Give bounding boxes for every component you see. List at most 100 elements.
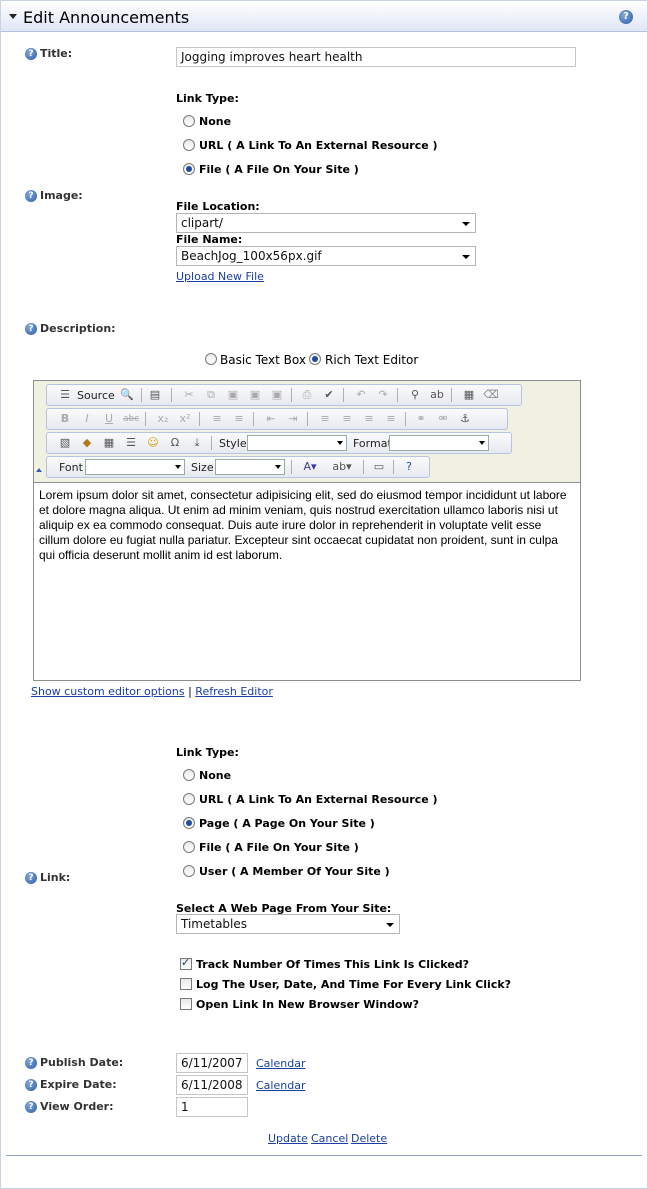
cancel-link[interactable]: Cancel <box>311 1132 348 1145</box>
underline-icon[interactable]: U <box>101 412 117 426</box>
collapse-triangle-icon[interactable] <box>9 14 17 19</box>
replace-icon[interactable]: ab <box>429 388 445 402</box>
show-custom-editor-options-link[interactable]: Show custom editor options <box>31 685 185 698</box>
link-user-radio[interactable] <box>183 865 195 877</box>
page-break-icon[interactable]: ⤓ <box>189 436 205 450</box>
text-color-icon[interactable]: A▾ <box>299 460 321 474</box>
copy-icon[interactable]: ⧉ <box>203 388 219 402</box>
basic-text-box-radio[interactable] <box>205 353 217 365</box>
track-clicks-checkbox[interactable] <box>180 956 192 970</box>
editor-content-area[interactable]: Lorem ipsum dolor sit amet, consectetur … <box>34 482 580 680</box>
toolbar-separator <box>451 388 452 402</box>
numbered-list-icon[interactable]: ≡ <box>209 412 225 426</box>
toolbar-row-3: ▧ ◆ ▦ ☰ ☺ Ω ⤓ Style Format <box>46 432 512 454</box>
print-icon[interactable]: ⎙ <box>299 388 315 402</box>
select-all-icon[interactable]: ▦ <box>461 388 477 402</box>
align-left-icon[interactable]: ≡ <box>317 412 333 426</box>
paste-word-icon[interactable]: ▣ <box>269 388 285 402</box>
table-icon[interactable]: ▦ <box>101 436 117 450</box>
help-icon[interactable]: ? <box>25 190 37 202</box>
chevron-down-icon <box>462 222 470 226</box>
refresh-editor-link[interactable]: Refresh Editor <box>195 685 273 698</box>
background-color-icon[interactable]: ab▾ <box>331 460 353 474</box>
help-icon[interactable]: ? <box>25 1101 37 1113</box>
help-icon[interactable]: ? <box>25 1079 37 1091</box>
toolbar-row-2: B I U abc x₂ x² ≡ ≡ ⇤ ⇥ ≡ ≡ ≡ ≡ ⚭ ⚮ ⚓ <box>46 408 508 430</box>
image-link-url-radio[interactable] <box>183 139 195 151</box>
bulleted-list-icon[interactable]: ≡ <box>231 412 247 426</box>
expire-date-input[interactable]: 6/11/2008 <box>176 1075 248 1095</box>
help-icon[interactable]: ? <box>25 323 37 335</box>
chevron-down-icon <box>337 441 343 445</box>
file-location-label: File Location: <box>176 200 260 213</box>
special-char-icon[interactable]: Ω <box>167 436 183 450</box>
toolbar-row-4: Font Size A▾ ab▾ ▭ ? <box>46 456 430 478</box>
file-name-select[interactable]: BeachJog_100x56px.gif <box>176 246 476 266</box>
link-page-radio[interactable] <box>183 817 195 829</box>
link-icon[interactable]: ⚭ <box>413 412 429 426</box>
image-link-file-radio[interactable] <box>183 163 195 175</box>
new-window-checkbox[interactable] <box>180 998 192 1010</box>
source-button[interactable]: Source <box>77 389 115 402</box>
find-icon[interactable]: ⚲ <box>407 388 423 402</box>
upload-new-file-link[interactable]: Upload New File <box>176 270 264 283</box>
help-icon[interactable]: ? <box>25 48 37 60</box>
new-window-label: Open Link In New Browser Window? <box>196 998 420 1011</box>
publish-calendar-link[interactable]: Calendar <box>256 1057 305 1070</box>
outdent-icon[interactable]: ⇤ <box>263 412 279 426</box>
horizontal-rule-icon[interactable]: ☰ <box>123 436 139 450</box>
link-none-label: None <box>199 769 232 782</box>
preview-icon[interactable]: 🔍 <box>119 388 135 402</box>
align-center-icon[interactable]: ≡ <box>339 412 355 426</box>
justify-icon[interactable]: ≡ <box>383 412 399 426</box>
superscript-icon[interactable]: x² <box>177 412 193 426</box>
flash-icon[interactable]: ◆ <box>79 436 95 450</box>
view-order-input[interactable]: 1 <box>176 1097 248 1117</box>
font-select[interactable] <box>85 459 185 475</box>
publish-date-input[interactable]: 6/11/2007 <box>176 1053 248 1073</box>
delete-link[interactable]: Delete <box>351 1132 387 1145</box>
size-select[interactable] <box>215 459 285 475</box>
spellcheck-icon[interactable]: ✔ <box>321 388 337 402</box>
bold-icon[interactable]: B <box>57 412 73 426</box>
collapse-toolbar-icon[interactable] <box>36 468 42 472</box>
expire-calendar-link[interactable]: Calendar <box>256 1079 305 1092</box>
image-link-none-radio[interactable] <box>183 115 195 127</box>
link-none-radio[interactable] <box>183 769 195 781</box>
title-input[interactable]: Jogging improves heart health <box>176 47 576 67</box>
templates-icon[interactable]: ▤ <box>147 388 163 402</box>
paste-text-icon[interactable]: ▣ <box>247 388 263 402</box>
help-icon[interactable]: ? <box>25 1057 37 1069</box>
redo-icon[interactable]: ↷ <box>375 388 391 402</box>
log-clicks-checkbox[interactable] <box>180 978 192 990</box>
help-icon[interactable]: ? <box>25 872 37 884</box>
strikethrough-icon[interactable]: abc <box>123 412 139 426</box>
help-icon[interactable]: ? <box>619 10 633 24</box>
paste-icon[interactable]: ▣ <box>225 388 241 402</box>
link-url-radio[interactable] <box>183 793 195 805</box>
style-select[interactable] <box>247 435 347 451</box>
format-select[interactable] <box>389 435 489 451</box>
footer-divider <box>6 1155 642 1156</box>
indent-icon[interactable]: ⇥ <box>285 412 301 426</box>
unlink-icon[interactable]: ⚮ <box>435 412 451 426</box>
about-icon[interactable]: ? <box>401 460 417 474</box>
italic-icon[interactable]: I <box>79 412 95 426</box>
remove-format-icon[interactable]: ⌫ <box>483 388 499 402</box>
undo-icon[interactable]: ↶ <box>353 388 369 402</box>
page-select[interactable]: Timetables <box>176 914 400 934</box>
show-blocks-icon[interactable]: ▭ <box>371 460 387 474</box>
font-label: Font <box>59 461 83 474</box>
file-location-select[interactable]: clipart/ <box>176 213 476 233</box>
view-order-label: ? View Order: <box>25 1100 113 1113</box>
rich-text-editor-radio[interactable] <box>309 353 321 365</box>
cut-icon[interactable]: ✂ <box>181 388 197 402</box>
subscript-icon[interactable]: x₂ <box>155 412 171 426</box>
align-right-icon[interactable]: ≡ <box>361 412 377 426</box>
anchor-icon[interactable]: ⚓ <box>457 412 473 426</box>
update-link[interactable]: Update <box>268 1132 308 1145</box>
source-icon[interactable]: ☰ <box>57 388 73 402</box>
smiley-icon[interactable]: ☺ <box>145 436 161 450</box>
link-file-radio[interactable] <box>183 841 195 853</box>
image-icon[interactable]: ▧ <box>57 436 73 450</box>
